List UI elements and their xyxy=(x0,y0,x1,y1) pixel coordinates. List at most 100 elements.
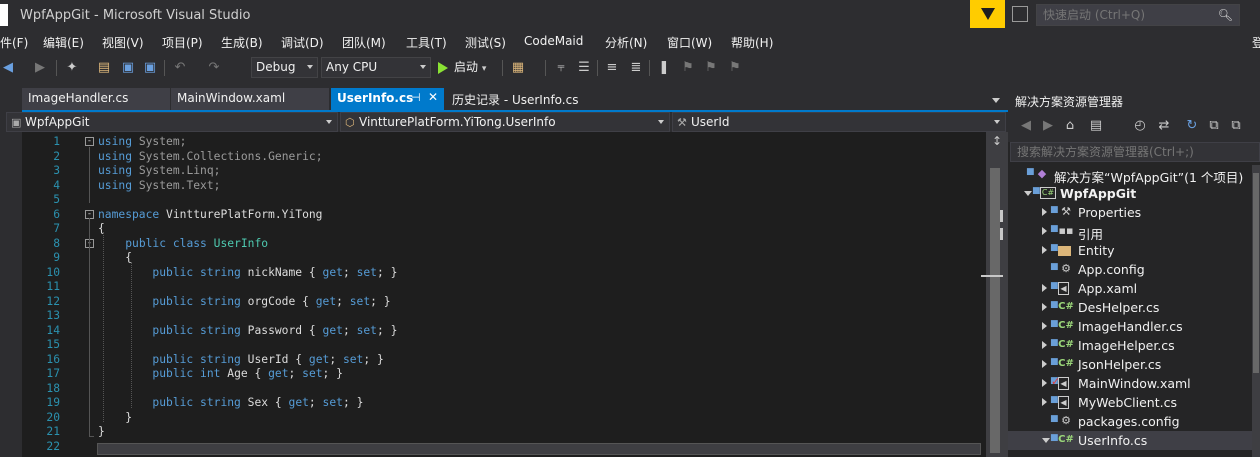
editor-vertical-scrollbar[interactable]: ↕ xyxy=(981,132,1008,457)
menu-team[interactable]: 团队(M) xyxy=(342,34,386,51)
menu-tools[interactable]: 工具(T) xyxy=(406,34,447,51)
home-icon[interactable]: ⌂ xyxy=(1062,118,1078,134)
quick-launch-input[interactable] xyxy=(1037,5,1217,25)
configuration-dropdown[interactable]: Debug xyxy=(251,57,318,78)
solution-tree-item[interactable]: ■ C# WpfAppGit xyxy=(1008,184,1260,203)
save-all-icon[interactable]: ▣ xyxy=(142,60,158,76)
menu-build[interactable]: 生成(B) xyxy=(221,34,263,51)
new-project-icon[interactable]: ✦ xyxy=(64,60,80,76)
menu-window[interactable]: 窗口(W) xyxy=(667,34,712,51)
find-in-files-icon[interactable]: ▦ xyxy=(510,60,526,76)
tab-imagehandler[interactable]: ImageHandler.cs xyxy=(22,88,170,110)
collapsed-arrow-icon[interactable] xyxy=(1042,208,1047,216)
tab-mainwindow[interactable]: MainWindow.xaml xyxy=(171,88,329,110)
solution-tree-item[interactable]: ■ ✓ ◀ MainWindow.xaml xyxy=(1008,374,1260,393)
sync-icon[interactable]: ⇄ xyxy=(1156,118,1172,134)
collapsed-arrow-icon[interactable] xyxy=(1042,303,1047,311)
horizontal-scrollbar[interactable] xyxy=(97,443,981,455)
navigate-forward-icon[interactable]: ▶ xyxy=(32,60,48,76)
search-icon[interactable]: 🔍︎ xyxy=(1218,8,1233,22)
collapse-region-icon[interactable]: - xyxy=(85,137,94,146)
solution-tree-item[interactable]: ■ ◀ App.xaml xyxy=(1008,279,1260,298)
menu-help[interactable]: 帮助(H) xyxy=(731,34,773,51)
solution-tree-item[interactable]: ■ ◀ MyWebClient.cs xyxy=(1008,393,1260,412)
solution-explorer-search-input[interactable] xyxy=(1011,143,1251,161)
solution-tree-item[interactable]: ■ ◆ 解决方案“WpfAppGit”(1 个项目) xyxy=(1008,165,1260,185)
solution-tree-item[interactable]: ■ C# ImageHelper.cs xyxy=(1008,336,1260,355)
forward-icon[interactable]: ▶ xyxy=(1040,118,1056,134)
solution-tree-item[interactable]: ■ ▪▪ 引用 xyxy=(1008,222,1260,242)
platform-dropdown[interactable]: Any CPU xyxy=(321,57,431,78)
expanded-arrow-icon[interactable] xyxy=(1042,438,1050,443)
collapsed-arrow-icon[interactable] xyxy=(1042,284,1047,292)
switch-views-icon[interactable]: ▤ xyxy=(1088,118,1104,134)
refresh-icon[interactable]: ↻ xyxy=(1184,118,1200,134)
expanded-arrow-icon[interactable] xyxy=(1024,191,1032,196)
title-bar: WpfAppGit - Microsoft Visual Studio 🔍︎ xyxy=(0,0,1260,31)
clear-bookmarks-icon[interactable]: ⚑ xyxy=(727,60,743,76)
undo-icon[interactable]: ↶ xyxy=(172,60,188,76)
format-icon[interactable]: ☰ xyxy=(576,60,592,76)
line-number: 1 xyxy=(53,135,60,148)
menu-edit[interactable]: 编辑(E) xyxy=(43,34,84,51)
menu-test[interactable]: 测试(S) xyxy=(465,34,506,51)
menu-codemaid[interactable]: CodeMaid xyxy=(524,34,583,48)
menu-analyze[interactable]: 分析(N) xyxy=(605,34,647,51)
project-dropdown[interactable]: ▣ WpfAppGit xyxy=(6,112,338,132)
split-window-icon[interactable]: ↕ xyxy=(992,134,1002,148)
tab-overflow-icon[interactable] xyxy=(992,98,1000,103)
scrollbar-thumb[interactable] xyxy=(1253,173,1259,373)
solution-tree-item[interactable]: ■ C# DesHelper.cs xyxy=(1008,298,1260,317)
menu-project[interactable]: 项目(P) xyxy=(162,34,203,51)
menu-view[interactable]: 视图(V) xyxy=(102,34,144,51)
tab-userinfo[interactable]: UserInfo.cs ⊣ ✕ xyxy=(331,88,444,110)
solution-tree-item[interactable]: ■ Entity xyxy=(1008,241,1260,260)
collapsed-arrow-icon[interactable] xyxy=(1042,227,1047,235)
collapsed-arrow-icon[interactable] xyxy=(1042,360,1047,368)
solution-tree-item[interactable]: ■ ⚙ packages.config xyxy=(1008,412,1260,431)
previous-bookmark-icon[interactable]: ⚑ xyxy=(680,60,696,76)
back-icon[interactable]: ◀ xyxy=(1018,118,1034,134)
bookmark-icon[interactable]: ❚ xyxy=(656,60,672,76)
solution-tree-item[interactable]: ■ ⚙ App.config xyxy=(1008,260,1260,279)
pending-changes-filter-icon[interactable]: ◴ xyxy=(1132,118,1148,134)
collapsed-arrow-icon[interactable] xyxy=(1042,322,1047,330)
start-debugging-button[interactable]: 启动 ▾ xyxy=(438,58,486,78)
collapsed-arrow-icon[interactable] xyxy=(1042,341,1047,349)
step-over-icon[interactable]: ⫧ xyxy=(553,60,569,76)
redo-icon[interactable]: ↷ xyxy=(206,60,222,76)
feedback-icon[interactable] xyxy=(1012,6,1028,22)
collapsed-arrow-icon[interactable] xyxy=(1042,398,1047,406)
code-editor[interactable]: 1 - using System; 2 using System.Collections… xyxy=(22,132,986,457)
notification-flag-icon[interactable] xyxy=(970,0,1005,28)
tab-history[interactable]: 历史记录 - UserInfo.cs xyxy=(446,88,606,110)
save-icon[interactable]: ▣ xyxy=(120,60,136,76)
menu-debug[interactable]: 调试(D) xyxy=(281,34,324,51)
show-all-files-icon[interactable]: ⧉ xyxy=(1228,118,1244,134)
comment-lines-icon[interactable]: ≡ xyxy=(604,60,620,76)
solution-explorer-search[interactable] xyxy=(1010,142,1260,162)
solution-tree-item[interactable]: ■ C# JsonHelper.cs xyxy=(1008,355,1260,374)
code-line: 1 - using System; xyxy=(22,135,982,149)
pin-icon[interactable]: ⊣ xyxy=(411,91,421,104)
member-dropdown[interactable]: ⚒ UserId xyxy=(672,112,1006,132)
uncomment-lines-icon[interactable]: ≣ xyxy=(628,60,644,76)
close-icon[interactable]: ✕ xyxy=(428,90,438,104)
next-bookmark-icon[interactable]: ⚑ xyxy=(703,60,719,76)
collapse-all-icon[interactable]: ⧉ xyxy=(1206,118,1222,134)
solution-explorer-scrollbar[interactable] xyxy=(1252,165,1260,457)
solution-tree-item[interactable]: ■ ⚒ Properties xyxy=(1008,203,1260,222)
open-file-icon[interactable]: ▤ xyxy=(96,60,112,76)
collapsed-arrow-icon[interactable] xyxy=(1042,379,1047,387)
type-dropdown[interactable]: ⬡ VintturePlatForm.YiTong.UserInfo xyxy=(340,112,670,132)
menu-file[interactable]: 件(F) xyxy=(0,34,28,51)
scrollbar-thumb[interactable] xyxy=(990,168,1000,453)
solution-tree-item-label: DesHelper.cs xyxy=(1078,300,1160,315)
quick-launch-box[interactable]: 🔍︎ xyxy=(1036,4,1240,26)
sign-in-link[interactable]: 登 xyxy=(1252,34,1260,51)
solution-tree-item[interactable]: ■ C# UserInfo.cs xyxy=(1008,431,1260,450)
collapsed-arrow-icon[interactable] xyxy=(1042,246,1047,254)
solution-tree-item[interactable]: ■ C# ImageHandler.cs xyxy=(1008,317,1260,336)
code-line: 8- public class UserInfo xyxy=(22,237,982,251)
navigate-back-icon[interactable]: ◀ xyxy=(0,60,16,76)
